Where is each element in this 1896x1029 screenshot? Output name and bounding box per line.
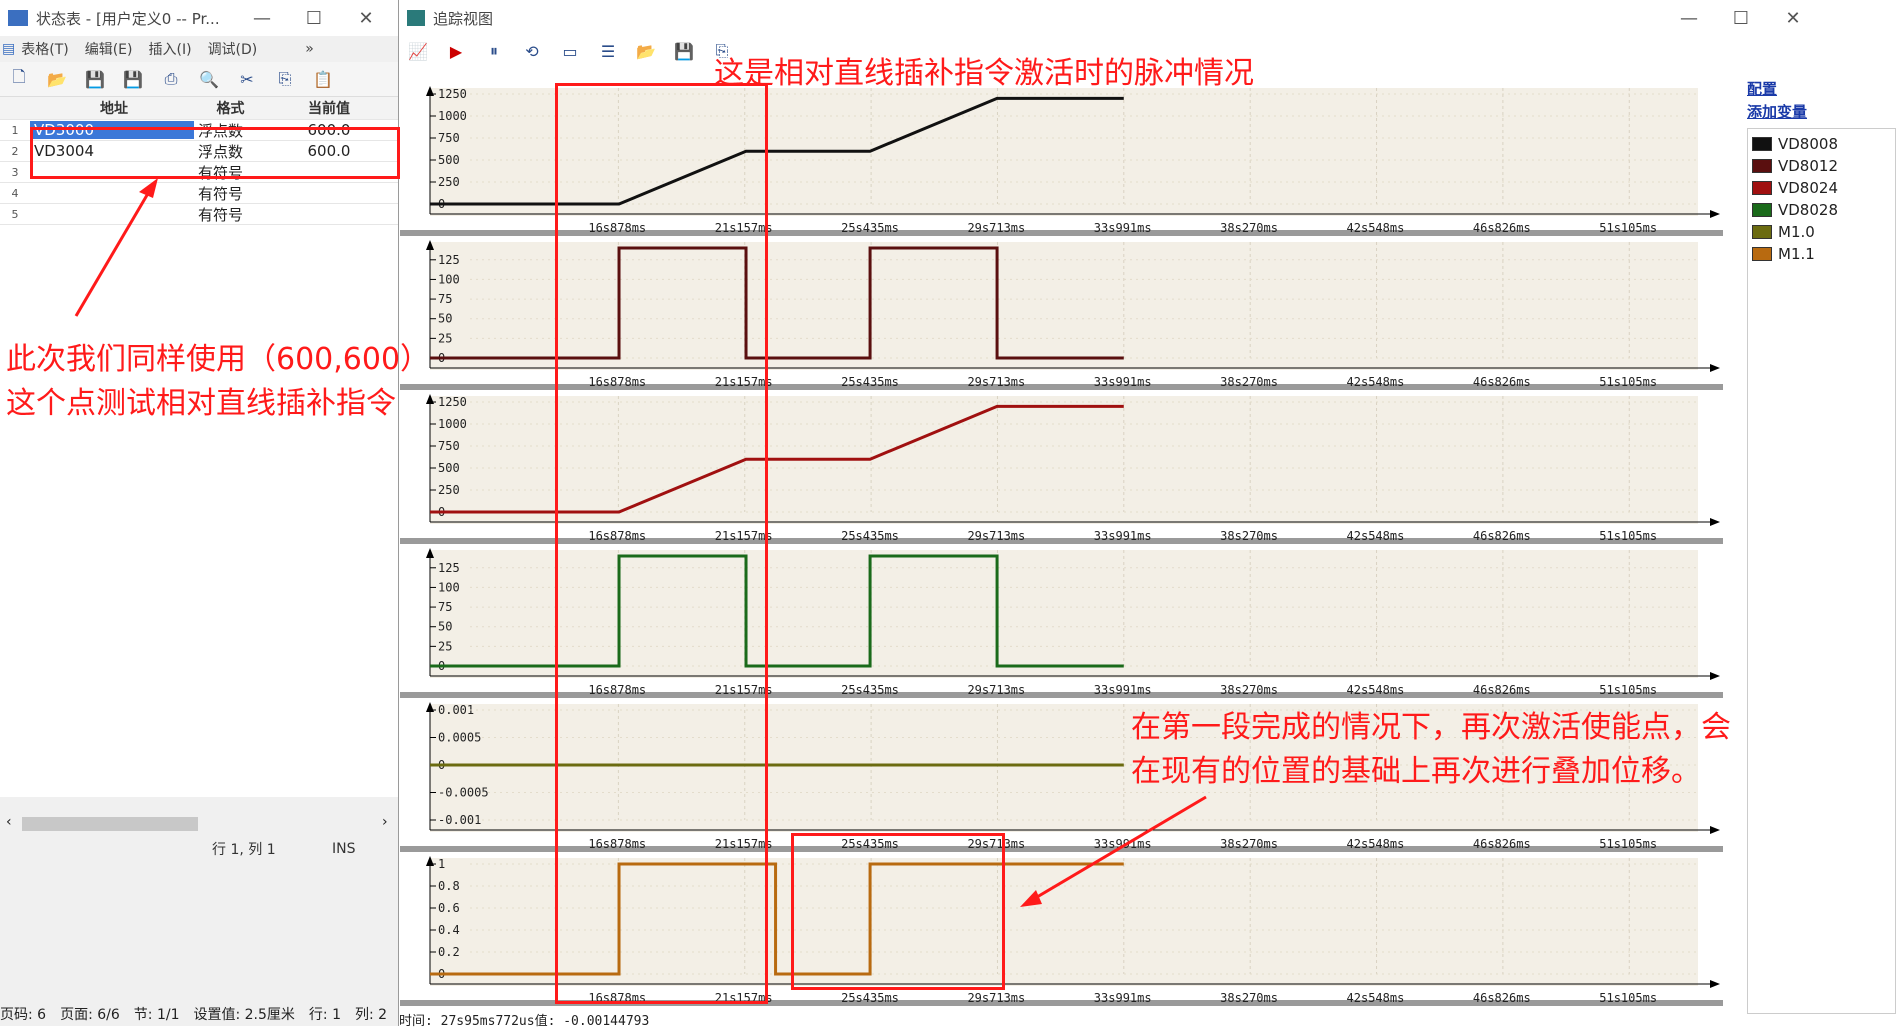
arrow-to-plot — [1031, 795, 1207, 902]
annotation-arrows — [74, 178, 1207, 907]
annotation-left-2: 这个点测试相对直线插补指令 — [6, 386, 396, 421]
arrow-to-table — [74, 189, 152, 317]
arrowhead-table — [139, 178, 158, 198]
annotation-right-1: 在第一段完成的情况下，再次激活使能点，会 — [1131, 710, 1731, 745]
annotation-top: 这是相对直线插补指令激活时的脉冲情况 — [714, 56, 1254, 91]
arrowhead-plot — [1020, 890, 1042, 907]
annotation-left-1: 此次我们同样使用（600,600） — [6, 342, 431, 377]
annotation-right-2: 在现有的位置的基础上再次进行叠加位移。 — [1131, 754, 1701, 789]
